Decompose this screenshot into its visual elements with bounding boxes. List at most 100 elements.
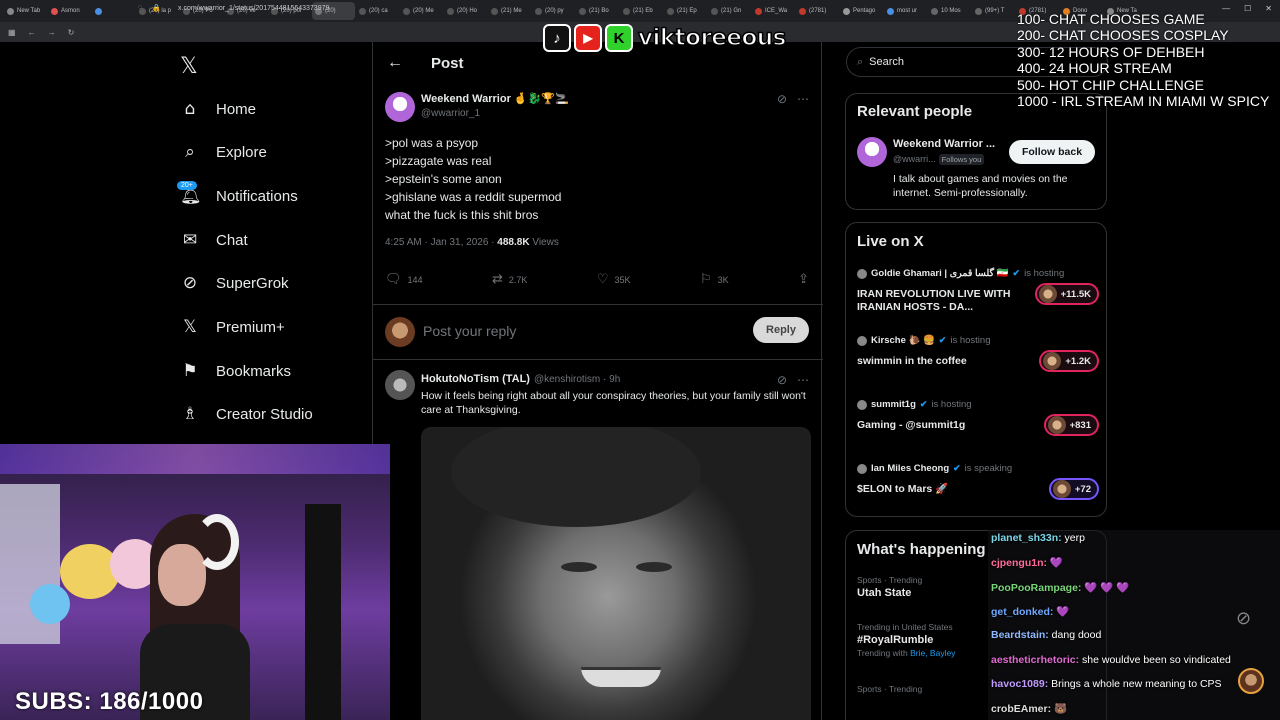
tab-title: Asmon xyxy=(61,8,80,14)
live-host-row: Kirsche 🐌 🍔 ✔ is hosting xyxy=(857,335,990,346)
browser-tab[interactable]: (20) Ho xyxy=(444,2,487,20)
search-icon: ⌕ xyxy=(857,55,864,68)
my-avatar[interactable] xyxy=(385,317,415,347)
live-listeners-pill[interactable]: +72 xyxy=(1048,478,1099,500)
post-time-text[interactable]: 4:25 AM · Jan 31, 2026 · xyxy=(385,237,497,248)
tab-favicon-icon xyxy=(931,7,938,15)
reply-action[interactable]: 🗨 144 xyxy=(385,272,423,287)
relevant-name[interactable]: Weekend Warrior ... xyxy=(893,138,995,150)
lock-icon[interactable]: 🔒 xyxy=(152,4,161,12)
reply-composer: Post your reply Reply xyxy=(373,304,823,360)
media-eye-shape xyxy=(561,562,597,572)
live-listeners-pill[interactable]: +11.5K xyxy=(1034,283,1099,305)
tab-favicon-icon xyxy=(51,7,58,15)
live-item[interactable]: Goldie Ghamari | گلسا قمری 🇮🇷 ✔ is hosting… xyxy=(857,268,1099,318)
browser-tab[interactable] xyxy=(92,2,135,20)
author-handle[interactable]: @wwarrior_1 xyxy=(421,108,480,119)
live-title: swimmin in the coffee xyxy=(857,355,967,367)
more-icon[interactable]: ⋯ xyxy=(797,373,809,387)
trend-item[interactable]: Trending in United States #RoyalRumble T… xyxy=(857,622,955,658)
bookmark-action[interactable]: ⚐ 3K xyxy=(700,272,729,287)
browser-tab[interactable]: (99+) T xyxy=(972,2,1015,20)
grok-icon: ⊘ xyxy=(182,273,198,293)
listener-avatar xyxy=(1038,285,1057,303)
post-views-label: Views xyxy=(529,237,559,248)
sidebar-toggle-icon[interactable]: ▦ xyxy=(8,28,16,37)
browser-tab[interactable]: (20) Me xyxy=(400,2,443,20)
browser-tab[interactable]: (21) Bo xyxy=(576,2,619,20)
browser-tab[interactable]: (21) Gn xyxy=(708,2,751,20)
nav-item-premium[interactable]: 𝕏 Premium+ xyxy=(180,312,285,342)
browser-tab[interactable]: (2781) xyxy=(796,2,839,20)
tab-favicon-icon xyxy=(711,7,718,15)
relevant-handle[interactable]: @wwarri... xyxy=(893,154,936,164)
nav-item-notifications[interactable]: 🔔︎ Notifications xyxy=(180,181,298,211)
like-action[interactable]: ♡ 35K xyxy=(597,272,631,287)
nav-item-home[interactable]: ⌂ Home xyxy=(180,94,256,124)
live-host-name[interactable]: Ian Miles Cheong xyxy=(871,463,949,474)
nav-item-chat[interactable]: ✉ Chat xyxy=(180,225,248,255)
browser-tab[interactable]: (20) py xyxy=(532,2,575,20)
nav-item-label: Explore xyxy=(216,143,267,161)
author-name[interactable]: Weekend Warrior 🤞🐉🏆🚬 xyxy=(421,92,569,105)
reply-author-handle[interactable]: @kenshirotism · 9h xyxy=(534,374,620,385)
reply-author[interactable]: HokutoNoTism (TAL) @kenshirotism · 9h xyxy=(421,373,620,385)
live-host-name[interactable]: Goldie Ghamari | گلسا قمری 🇮🇷 xyxy=(871,268,1009,279)
listener-avatar xyxy=(1047,416,1066,434)
live-listeners-pill[interactable]: +831 xyxy=(1043,414,1099,436)
back-arrow-icon[interactable]: ← xyxy=(387,54,403,72)
forward-icon[interactable]: → xyxy=(48,28,56,37)
share-action[interactable]: ⇪ xyxy=(798,272,809,287)
trend-with-names[interactable]: Brie, Bayley xyxy=(910,648,955,658)
trend-item[interactable]: Sports · Trending Utah State xyxy=(857,575,922,599)
grok-icon[interactable]: ⊘ xyxy=(777,92,787,106)
reply-author-name[interactable]: HokutoNoTism (TAL) xyxy=(421,373,530,385)
reply-author-avatar[interactable] xyxy=(385,370,415,400)
chat-message: planet_sh33n: yerp xyxy=(991,532,1085,544)
nav-item-bookmarks[interactable]: ⚑ Bookmarks xyxy=(180,356,291,386)
nav-item-label: Home xyxy=(216,100,257,118)
nav-item-explore[interactable]: ⌕ Explore xyxy=(180,137,267,167)
browser-tab[interactable]: New Tab xyxy=(4,2,47,20)
reply-button[interactable]: Reply xyxy=(753,317,809,343)
reload-icon[interactable]: ↻ xyxy=(68,28,75,37)
reply-media-image[interactable] xyxy=(421,427,811,720)
live-title: $ELON to Mars 🚀 xyxy=(857,483,949,495)
repost-action[interactable]: ⇄ 2.7K xyxy=(492,272,527,287)
browser-tab[interactable]: (21) Eb xyxy=(620,2,663,20)
live-listener-count: +72 xyxy=(1074,483,1091,495)
live-item[interactable]: summit1g ✔ is hosting Gaming - @summit1g +83… xyxy=(857,399,1099,449)
follow-back-button[interactable]: Follow back xyxy=(1009,140,1095,164)
shield-icon[interactable]: ◌ xyxy=(138,4,142,11)
author-avatar[interactable] xyxy=(385,92,415,122)
x-logo-icon[interactable]: 𝕏 xyxy=(180,54,198,79)
nav-item-supergrok[interactable]: ⊘ SuperGrok xyxy=(180,268,289,298)
tiktok-icon: ♪ xyxy=(543,24,571,52)
chat-text: 🐻 xyxy=(1051,703,1068,716)
browser-tab[interactable]: Pentago xyxy=(840,2,883,20)
browser-tab[interactable]: (21) Me xyxy=(488,2,531,20)
live-listeners-pill[interactable]: +1.2K xyxy=(1039,350,1099,372)
tab-favicon-icon xyxy=(755,7,762,15)
live-host-name[interactable]: Kirsche 🐌 🍔 xyxy=(871,335,935,346)
browser-tab[interactable]: ICE_Wa xyxy=(752,2,795,20)
url-field[interactable]: x.com/wwarrior_1/status/2017544815643373… xyxy=(178,5,329,12)
reply-input[interactable]: Post your reply xyxy=(423,323,516,339)
browser-tab[interactable]: Asmon xyxy=(48,2,91,20)
browser-tab[interactable]: (20) ca xyxy=(356,2,399,20)
tab-favicon-icon xyxy=(403,7,410,15)
nav-item-creator-studio[interactable]: ♗ Creator Studio xyxy=(180,399,312,429)
relevant-avatar[interactable] xyxy=(857,137,887,167)
live-item[interactable]: Ian Miles Cheong ✔ is speaking $ELON to Mar… xyxy=(857,463,1099,513)
browser-tab[interactable]: most ur xyxy=(884,2,927,20)
x-icon: 𝕏 xyxy=(183,317,197,337)
more-icon[interactable]: ⋯ xyxy=(797,92,809,106)
grok-icon[interactable]: ⊘ xyxy=(777,373,787,387)
browser-tab[interactable]: 10 Mos xyxy=(928,2,971,20)
chat-username: Beardstain: xyxy=(991,629,1049,642)
trend-item[interactable]: Sports · Trending xyxy=(857,684,922,694)
live-item[interactable]: Kirsche 🐌 🍔 ✔ is hosting swimmin in the cof… xyxy=(857,335,1099,385)
back-icon[interactable]: ← xyxy=(28,28,36,37)
live-host-name[interactable]: summit1g xyxy=(871,399,916,410)
browser-tab[interactable]: (21) Ep xyxy=(664,2,707,20)
